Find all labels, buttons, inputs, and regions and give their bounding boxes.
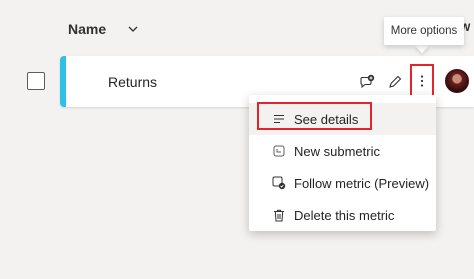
submetric-icon	[271, 143, 287, 159]
chevron-down-icon[interactable]	[126, 22, 140, 36]
add-comment-icon[interactable]	[358, 73, 376, 91]
vertical-ellipsis-icon	[420, 75, 424, 87]
see-details-highlight-box	[257, 102, 372, 130]
more-options-button[interactable]	[410, 64, 434, 98]
row-checkbox[interactable]	[27, 72, 45, 90]
metric-name[interactable]: Returns	[108, 74, 157, 90]
menu-item-label: Follow metric (Preview)	[294, 175, 430, 191]
menu-item-label: Delete this metric	[294, 207, 395, 223]
menu-item-label: New submetric	[294, 143, 380, 159]
menu-item-follow-metric[interactable]: Follow metric (Preview)	[249, 167, 436, 199]
edit-pencil-icon[interactable]	[386, 73, 404, 91]
more-options-tooltip: More options	[384, 17, 464, 45]
menu-item-new-submetric[interactable]: New submetric	[249, 135, 436, 167]
name-column-header[interactable]: Name	[68, 21, 106, 37]
row-accent-bar	[60, 56, 66, 107]
trash-icon	[271, 207, 287, 223]
menu-item-delete-metric[interactable]: Delete this metric	[249, 199, 436, 231]
follow-metric-icon	[271, 175, 287, 191]
avatar[interactable]	[445, 69, 469, 93]
